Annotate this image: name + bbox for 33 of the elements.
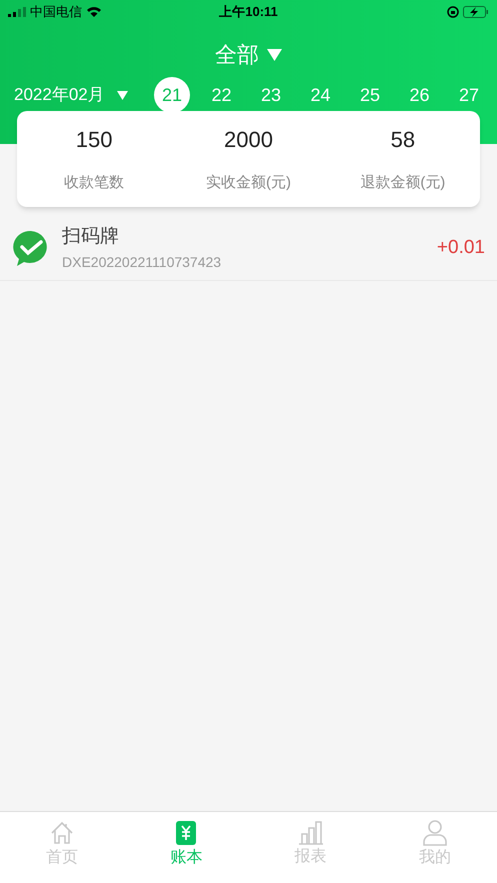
month-picker[interactable]: 2022年02月 bbox=[14, 82, 154, 108]
stat-label: 实收金额(元) bbox=[206, 173, 291, 193]
signal-icon bbox=[8, 7, 26, 17]
bar-chart-icon bbox=[298, 820, 324, 844]
stat-value: 58 bbox=[390, 126, 416, 154]
day-tab[interactable]: 23 bbox=[253, 77, 289, 113]
stat-value: 150 bbox=[76, 126, 113, 154]
chat-check-icon bbox=[12, 229, 50, 267]
person-icon bbox=[422, 820, 447, 846]
filter-dropdown[interactable]: 全部 bbox=[215, 38, 282, 71]
caret-down-icon bbox=[116, 90, 128, 100]
home-icon bbox=[49, 820, 76, 846]
tab-bar-item[interactable]: 账本 bbox=[124, 812, 248, 877]
day-tab[interactable]: 25 bbox=[352, 77, 388, 113]
day-tab[interactable]: 22 bbox=[204, 77, 240, 113]
day-tab[interactable]: 27 bbox=[451, 77, 487, 113]
carrier-name: 中国电信 bbox=[30, 3, 82, 22]
stat-label: 退款金额(元) bbox=[360, 173, 446, 193]
transaction-title: 扫码牌 bbox=[62, 225, 120, 250]
stat-label: 收款笔数 bbox=[64, 173, 124, 193]
rotation-lock-icon bbox=[447, 6, 460, 18]
battery-charging-icon bbox=[463, 6, 490, 18]
clock-time: 上午10:11 bbox=[219, 3, 278, 22]
order-number: DXE20220221110737423 bbox=[62, 252, 222, 272]
caret-down-icon bbox=[267, 48, 282, 60]
day-tab[interactable]: 21 bbox=[154, 77, 190, 113]
transaction-amount: +0.01 bbox=[436, 236, 485, 260]
day-tab[interactable]: 24 bbox=[302, 77, 338, 113]
stat-value: 2000 bbox=[224, 126, 273, 154]
transaction-row[interactable]: 扫码牌 DXE20220221110737423 +0.01 bbox=[0, 216, 497, 280]
day-tab[interactable]: 26 bbox=[402, 77, 438, 113]
wifi-icon bbox=[86, 6, 102, 18]
ledger-icon bbox=[174, 820, 198, 846]
